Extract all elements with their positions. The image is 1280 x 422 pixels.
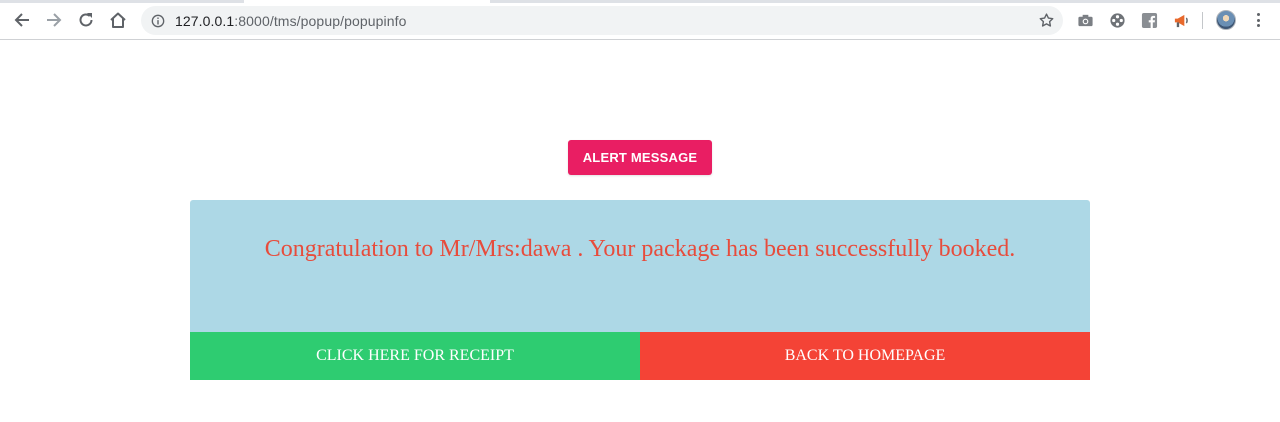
toolbar-divider (1202, 12, 1203, 29)
address-bar[interactable]: 127.0.0.1:8000/tms/popup/popupinfo (141, 6, 1063, 35)
camera-extension[interactable] (1076, 11, 1094, 29)
url-host: 127.0.0.1 (175, 12, 235, 29)
film-extension[interactable] (1108, 11, 1126, 29)
arrow-left-icon (14, 13, 29, 27)
url-text: 127.0.0.1:8000/tms/popup/popupinfo (175, 13, 407, 29)
booking-confirmation-panel: Congratulation to Mr/Mrs:dawa . Your pac… (190, 200, 1090, 332)
profile-avatar[interactable] (1216, 10, 1236, 30)
arrow-right-icon (47, 13, 62, 27)
browser-menu-icon[interactable] (1250, 11, 1266, 29)
camera-icon (1077, 14, 1093, 26)
receipt-button[interactable]: CLICK HERE FOR RECEIPT (190, 332, 640, 380)
browser-toolbar: 127.0.0.1:8000/tms/popup/popupinfo (0, 0, 1280, 40)
alert-message-button[interactable]: ALERT MESSAGE (568, 140, 712, 175)
megaphone-icon (1174, 14, 1188, 27)
forward-button[interactable] (42, 8, 66, 32)
confirmation-message: Congratulation to Mr/Mrs:dawa . Your pac… (264, 236, 1016, 262)
info-icon[interactable] (150, 13, 166, 29)
url-path: :8000/tms/popup/popupinfo (234, 12, 407, 29)
tab-strip-edge (490, 0, 1280, 3)
facebook-extension[interactable] (1140, 11, 1158, 29)
reload-button[interactable] (74, 8, 98, 32)
bookmark-star-icon[interactable] (1038, 12, 1055, 29)
tab-strip-edge (0, 0, 244, 3)
facebook-icon (1141, 12, 1157, 28)
back-to-homepage-button[interactable]: BACK TO HOMEPAGE (640, 332, 1090, 380)
back-button[interactable] (10, 8, 34, 32)
reload-icon (79, 13, 93, 27)
home-button[interactable] (106, 8, 130, 32)
home-icon (110, 12, 126, 28)
film-reel-icon (1109, 12, 1125, 28)
megaphone-extension[interactable] (1172, 11, 1190, 29)
